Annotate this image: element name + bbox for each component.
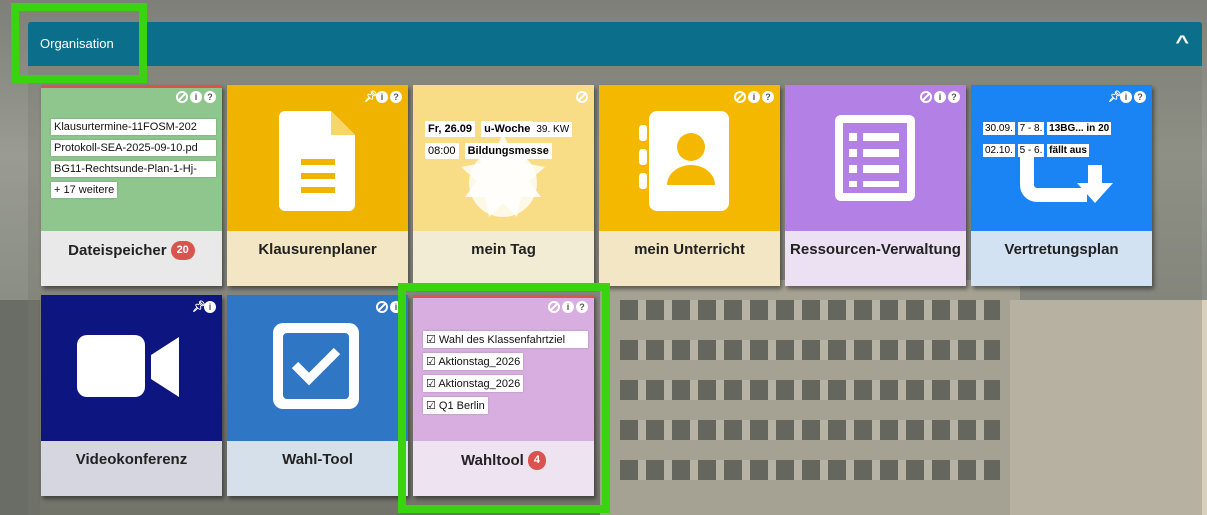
info-icon[interactable]: i	[204, 301, 216, 313]
tile-videokonferenz[interactable]: 📌︎ i Videokonferenz	[41, 295, 222, 496]
more-files-link[interactable]: + 17 weitere	[51, 182, 118, 198]
tile-label: Klausurenplaner	[227, 231, 408, 286]
highlight-box	[398, 283, 610, 513]
hide-icon[interactable]	[734, 91, 746, 103]
tile-wahl-tool[interactable]: i Wahl-Tool	[227, 295, 408, 496]
file-item[interactable]: BG11-Rechtsunde-Plan-1-Hj-	[51, 161, 216, 177]
help-icon[interactable]: ?	[762, 91, 774, 103]
swap-arrow-icon	[1020, 155, 1113, 203]
hide-icon[interactable]	[176, 91, 188, 103]
contact-book-icon	[639, 111, 729, 211]
tile-klausurenplaner[interactable]: 📌︎ i? Klausurenplaner	[227, 85, 408, 286]
tile-label: Vertretungsplan	[971, 231, 1152, 286]
tile-label: Videokonferenz	[41, 441, 222, 496]
hide-icon[interactable]	[920, 91, 932, 103]
day-event-row: Fr, 26.09 u-Woche 39. KW	[425, 121, 573, 137]
tile-vertretungsplan[interactable]: 📌︎ i? 30.09. 7 - 8. 13BG... in 20 02.10. …	[971, 85, 1152, 286]
tile-label: Ressourcen-Verwaltung	[785, 231, 966, 286]
hide-icon[interactable]	[576, 91, 588, 103]
pin-icon[interactable]: 📌︎	[192, 301, 206, 313]
info-icon[interactable]: i	[190, 91, 202, 103]
tile-label: Dateispeicher 20	[41, 231, 222, 286]
file-item[interactable]: Klausurtermine-11FOSM-202	[51, 119, 216, 135]
count-badge: 20	[170, 241, 195, 260]
list-icon	[835, 115, 915, 201]
help-icon[interactable]: ?	[390, 91, 402, 103]
pin-icon[interactable]: 📌︎	[1108, 91, 1122, 103]
day-event-row[interactable]: 08:00 Bildungsmesse	[425, 143, 552, 159]
tile-label: mein Tag	[413, 231, 594, 286]
help-icon[interactable]: ?	[204, 91, 216, 103]
document-icon	[279, 111, 355, 211]
pin-icon[interactable]: 📌︎	[364, 91, 378, 103]
tile-mein-unterricht[interactable]: i? mein Unterricht	[599, 85, 780, 286]
help-icon[interactable]: ?	[1134, 91, 1146, 103]
chevron-up-icon[interactable]: ^	[1176, 32, 1190, 53]
highlight-box	[11, 3, 147, 83]
panel-header[interactable]: Organisation ^	[28, 22, 1202, 66]
tile-ressourcen-verwaltung[interactable]: i? Ressourcen-Verwaltung	[785, 85, 966, 286]
substitution-row[interactable]: 30.09. 7 - 8. 13BG... in 20	[983, 122, 1112, 135]
tile-label: Wahl-Tool	[227, 441, 408, 496]
video-camera-icon	[77, 335, 179, 397]
help-icon[interactable]: ?	[948, 91, 960, 103]
hide-icon[interactable]	[376, 301, 388, 313]
tile-label: mein Unterricht	[599, 231, 780, 286]
info-icon[interactable]: i	[748, 91, 760, 103]
info-icon[interactable]: i	[376, 91, 388, 103]
tile-dateispeicher[interactable]: i? Klausurtermine-11FOSM-202 Protokoll-S…	[41, 85, 222, 286]
checkbox-icon	[273, 323, 359, 409]
substitution-row[interactable]: 02.10. 5 - 6. fällt aus	[983, 144, 1089, 157]
info-icon[interactable]: i	[934, 91, 946, 103]
info-icon[interactable]: i	[1120, 91, 1132, 103]
tile-mein-tag[interactable]: Fr, 26.09 u-Woche 39. KW 08:00 Bildungsme…	[413, 85, 594, 286]
file-item[interactable]: Protokoll-SEA-2025-09-10.pd	[51, 140, 216, 156]
